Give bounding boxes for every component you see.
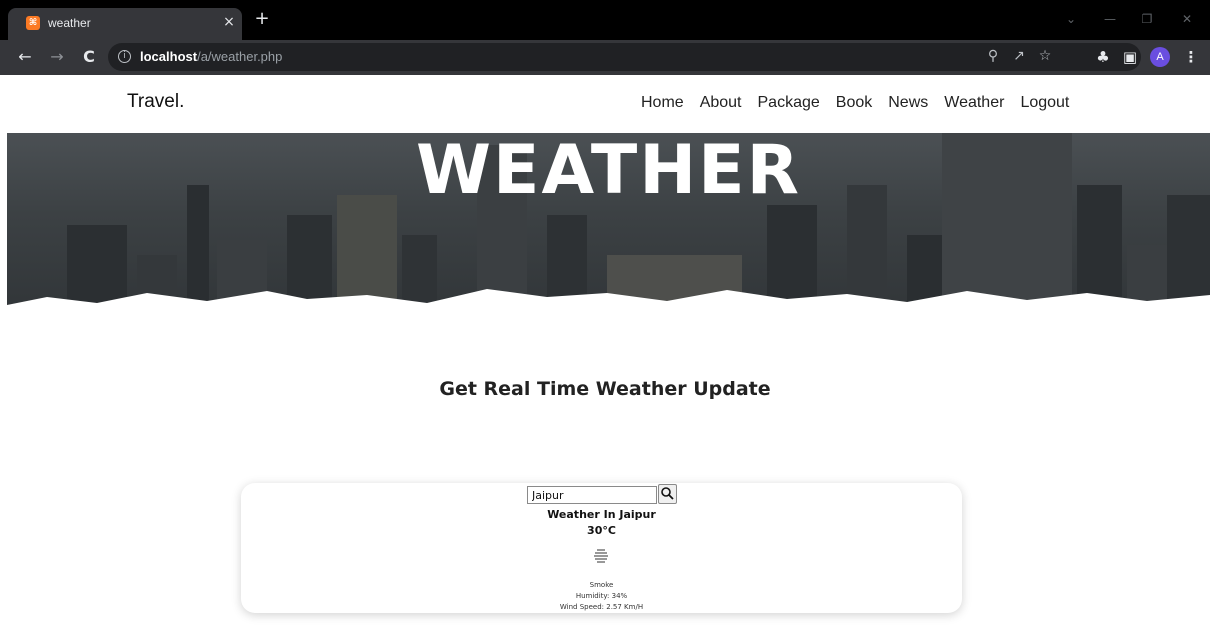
minimize-icon[interactable]: — bbox=[1101, 12, 1119, 26]
close-window-icon[interactable]: ✕ bbox=[1178, 12, 1196, 26]
weather-description: Smoke bbox=[589, 581, 614, 589]
address-bar[interactable]: i localhost/a/weather.php ⚲ ↗ ☆ bbox=[108, 43, 1141, 71]
browser-titlebar: ⌘ weather × + ⌄ — ❐ ✕ bbox=[0, 0, 1210, 40]
browser-tab[interactable]: ⌘ weather × bbox=[8, 8, 242, 40]
nav-news[interactable]: News bbox=[888, 94, 928, 112]
weather-heading: Weather In Jaipur bbox=[547, 508, 656, 521]
url-host: localhost bbox=[140, 49, 198, 64]
search-button[interactable] bbox=[658, 484, 677, 504]
main-nav: Home About Package Book News Weather Log… bbox=[641, 94, 1069, 112]
site-logo[interactable]: Travel. bbox=[127, 91, 184, 113]
page-subtitle: Get Real Time Weather Update bbox=[439, 378, 771, 400]
nav-package[interactable]: Package bbox=[758, 94, 820, 112]
nav-weather[interactable]: Weather bbox=[944, 94, 1004, 112]
site-info-icon[interactable]: i bbox=[118, 50, 131, 63]
reload-icon[interactable]: C bbox=[78, 47, 100, 67]
search-icon bbox=[661, 487, 674, 500]
tab-favicon-icon: ⌘ bbox=[26, 16, 40, 30]
weather-wind-speed: Wind Speed: 2.57 Km/H bbox=[559, 603, 644, 611]
hero-title: WEATHER bbox=[416, 133, 801, 210]
url-text[interactable]: localhost/a/weather.php bbox=[140, 49, 282, 64]
hero-banner: WEATHER bbox=[7, 133, 1210, 335]
restore-icon[interactable]: ❐ bbox=[1138, 12, 1156, 26]
brush-stroke-divider bbox=[7, 289, 1210, 335]
weather-humidity: Humidity: 34% bbox=[575, 592, 628, 600]
extensions-puzzle-icon[interactable]: ♣ bbox=[1093, 48, 1113, 66]
browser-toolbar: ← → C i localhost/a/weather.php ⚲ ↗ ☆ ♣ … bbox=[0, 40, 1210, 75]
nav-logout[interactable]: Logout bbox=[1020, 94, 1069, 112]
nav-home[interactable]: Home bbox=[641, 94, 684, 112]
url-path: /a/weather.php bbox=[197, 49, 283, 64]
bookmark-star-icon[interactable]: ☆ bbox=[1036, 48, 1054, 64]
nav-book[interactable]: Book bbox=[836, 94, 872, 112]
site-header: Travel. Home About Package Book News Wea… bbox=[0, 75, 1210, 133]
weather-temperature: 30°C bbox=[587, 524, 616, 537]
side-panel-icon[interactable]: ▣ bbox=[1120, 48, 1140, 66]
tab-search-icon[interactable]: ⌄ bbox=[1062, 12, 1080, 26]
back-arrow-icon[interactable]: ← bbox=[14, 47, 36, 67]
profile-avatar[interactable]: A bbox=[1150, 47, 1170, 67]
tab-close-icon[interactable]: × bbox=[220, 14, 238, 30]
city-search-input[interactable] bbox=[527, 486, 657, 504]
new-tab-button[interactable]: + bbox=[252, 9, 272, 29]
zoom-icon[interactable]: ⚲ bbox=[984, 48, 1002, 64]
share-icon[interactable]: ↗ bbox=[1010, 48, 1028, 64]
forward-arrow-icon[interactable]: → bbox=[46, 47, 68, 67]
nav-about[interactable]: About bbox=[700, 94, 742, 112]
smoke-haze-icon bbox=[594, 549, 608, 563]
tab-title: weather bbox=[48, 16, 91, 30]
menu-kebab-icon[interactable]: ⋮ bbox=[1181, 48, 1201, 66]
